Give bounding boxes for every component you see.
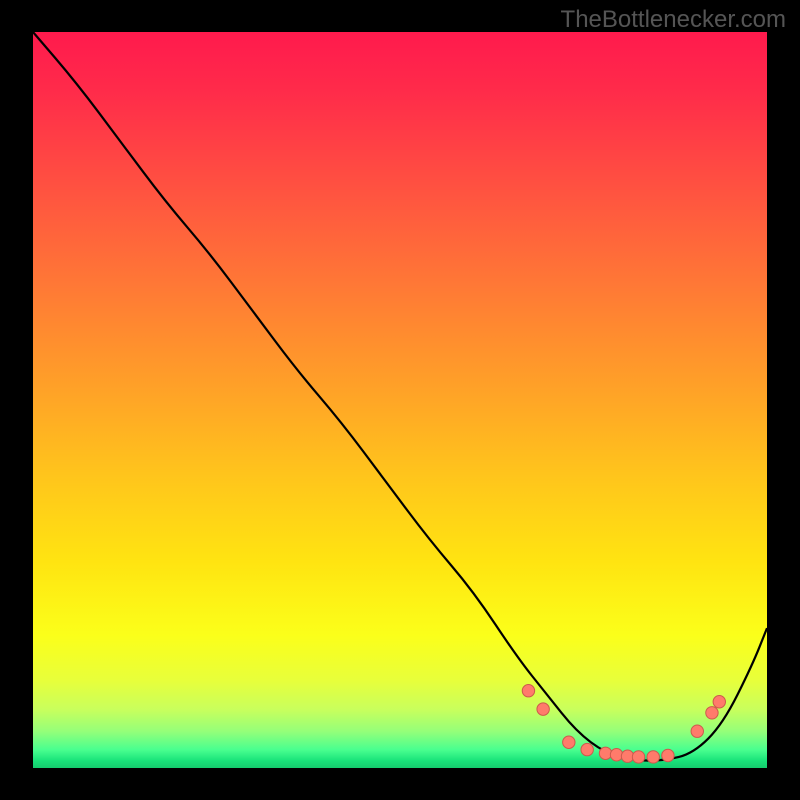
- attribution-text: TheBottlenecker.com: [561, 6, 786, 34]
- plot-area: [33, 32, 767, 768]
- gradient-background: [33, 32, 767, 768]
